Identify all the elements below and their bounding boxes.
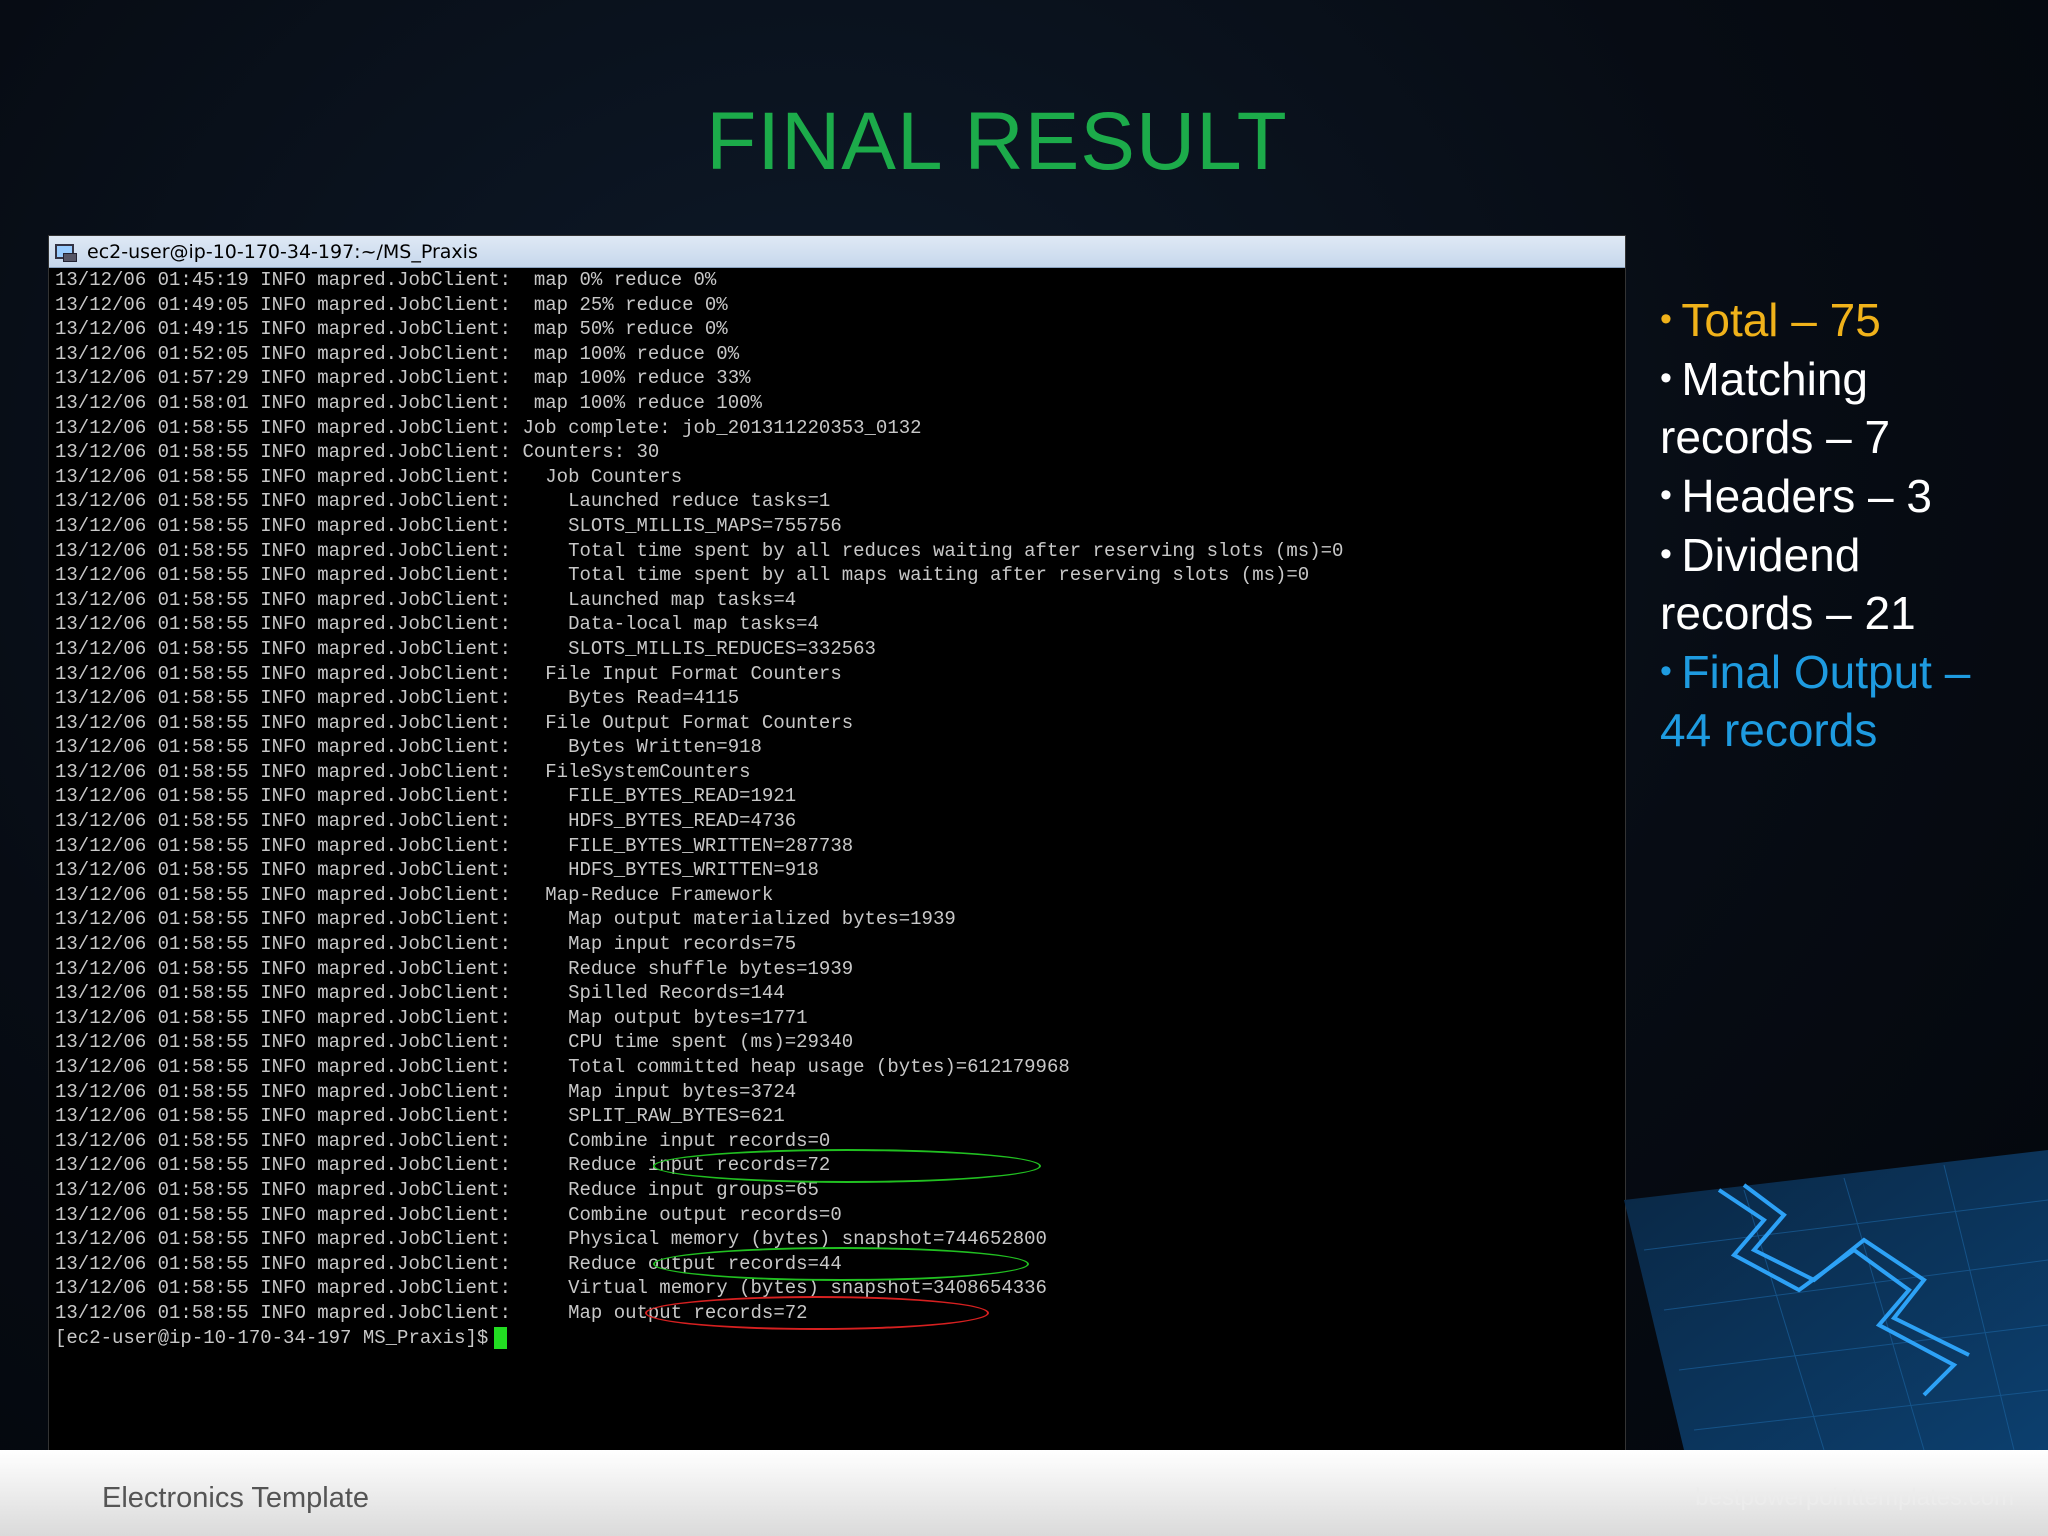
terminal-line: 13/12/06 01:58:55 INFO mapred.JobClient:…	[55, 1154, 831, 1177]
terminal-line: 13/12/06 01:49:05 INFO mapred.JobClient:…	[55, 293, 728, 316]
terminal-line: 13/12/06 01:58:55 INFO mapred.JobClient:…	[55, 687, 740, 710]
slide-title: FINAL RESULT	[706, 96, 1288, 187]
terminal-line: 13/12/06 01:58:55 INFO mapred.JobClient:…	[55, 736, 762, 759]
terminal-prompt: [ec2-user@ip-10-170-34-197 MS_Praxis]$	[55, 1326, 489, 1349]
terminal-line: 13/12/06 01:58:55 INFO mapred.JobClient:…	[55, 1031, 854, 1054]
terminal-line: 13/12/06 01:58:55 INFO mapred.JobClient:…	[55, 1277, 1047, 1300]
terminal-line: 13/12/06 01:58:55 INFO mapred.JobClient:…	[55, 1301, 808, 1324]
bullet-dot-icon: •	[1660, 476, 1682, 514]
terminal-line: 13/12/06 01:57:29 INFO mapred.JobClient:…	[55, 367, 751, 390]
terminal-titlebar[interactable]: ec2-user@ip-10-170-34-197:~/MS_Praxis	[49, 236, 1625, 268]
terminal-line: 13/12/06 01:58:55 INFO mapred.JobClient:…	[55, 1228, 1047, 1251]
summary-bullet-text: Matching records – 7	[1660, 353, 1891, 463]
terminal-output[interactable]: 13/12/06 01:45:19 INFO mapred.JobClient:…	[49, 268, 1625, 1350]
bullet-dot-icon: •	[1660, 652, 1682, 690]
terminal-line: 13/12/06 01:58:55 INFO mapred.JobClient:…	[55, 613, 819, 636]
summary-bullet-list: • Total – 75 • Matching records – 7 • Head…	[1660, 290, 2020, 759]
terminal-line: 13/12/06 01:52:05 INFO mapred.JobClient:…	[55, 342, 740, 365]
bullet-dot-icon: •	[1660, 359, 1682, 397]
terminal-line: 13/12/06 01:58:55 INFO mapred.JobClient:…	[55, 514, 842, 537]
terminal-line: 13/12/06 01:58:55 INFO mapred.JobClient:…	[55, 957, 854, 980]
terminal-line: 13/12/06 01:58:55 INFO mapred.JobClient:…	[55, 908, 956, 931]
bullet-dot-icon: •	[1660, 300, 1682, 338]
terminal-line: 13/12/06 01:58:55 INFO mapred.JobClient:…	[55, 564, 1310, 587]
terminal-line: 13/12/06 01:58:55 INFO mapred.JobClient:…	[55, 662, 842, 685]
bullet-dot-icon: •	[1660, 535, 1682, 573]
slide-footer: Electronics Template bestpowerpointtempl…	[0, 1450, 2048, 1536]
terminal-line: 13/12/06 01:58:55 INFO mapred.JobClient:…	[55, 637, 876, 660]
terminal-window-title: ec2-user@ip-10-170-34-197:~/MS_Praxis	[87, 240, 478, 263]
terminal-window[interactable]: ec2-user@ip-10-170-34-197:~/MS_Praxis 13…	[48, 235, 1626, 1452]
footer-watermark-url: bestpowerpointtemplates.com	[1695, 1484, 2014, 1511]
summary-bullet-text: Dividend records – 21	[1660, 529, 1916, 639]
summary-bullet: • Dividend records – 21	[1660, 525, 2020, 642]
circuit-decoration	[1624, 1140, 2048, 1450]
terminal-line: 13/12/06 01:58:55 INFO mapred.JobClient:…	[55, 1178, 819, 1201]
summary-bullet: • Final Output – 44 records	[1660, 642, 2020, 759]
terminal-line: 13/12/06 01:58:55 INFO mapred.JobClient:…	[55, 859, 819, 882]
putty-icon	[53, 241, 79, 263]
summary-bullet-text: Total – 75	[1681, 294, 1881, 346]
terminal-line: 13/12/06 01:58:55 INFO mapred.JobClient:…	[55, 588, 797, 611]
terminal-line: 13/12/06 01:58:55 INFO mapred.JobClient:…	[55, 785, 797, 808]
footer-template-name: Electronics Template	[102, 1482, 370, 1514]
terminal-line: 13/12/06 01:58:55 INFO mapred.JobClient:…	[55, 1006, 808, 1029]
terminal-line: 13/12/06 01:58:55 INFO mapred.JobClient:…	[55, 711, 854, 734]
terminal-line: 13/12/06 01:58:55 INFO mapred.JobClient:…	[55, 933, 797, 956]
terminal-line: 13/12/06 01:58:55 INFO mapred.JobClient:…	[55, 1203, 842, 1226]
terminal-cursor	[494, 1326, 508, 1349]
terminal-line: 13/12/06 01:58:01 INFO mapred.JobClient:…	[55, 391, 762, 414]
terminal-line: 13/12/06 01:58:55 INFO mapred.JobClient:…	[55, 810, 797, 833]
terminal-line: 13/12/06 01:58:55 INFO mapred.JobClient:…	[55, 465, 683, 488]
terminal-line: 13/12/06 01:58:55 INFO mapred.JobClient:…	[55, 441, 660, 464]
terminal-line: 13/12/06 01:58:55 INFO mapred.JobClient:…	[55, 539, 1344, 562]
terminal-line: 13/12/06 01:58:55 INFO mapred.JobClient:…	[55, 834, 854, 857]
terminal-line: 13/12/06 01:58:55 INFO mapred.JobClient:…	[55, 490, 831, 513]
terminal-line: 13/12/06 01:58:55 INFO mapred.JobClient:…	[55, 1252, 842, 1275]
terminal-prompt-line[interactable]: [ec2-user@ip-10-170-34-197 MS_Praxis]$	[55, 1326, 1619, 1351]
terminal-line: 13/12/06 01:58:55 INFO mapred.JobClient:…	[55, 1105, 785, 1128]
terminal-line: 13/12/06 01:58:55 INFO mapred.JobClient:…	[55, 416, 922, 439]
terminal-line: 13/12/06 01:58:55 INFO mapred.JobClient:…	[55, 1080, 797, 1103]
terminal-line: 13/12/06 01:58:55 INFO mapred.JobClient:…	[55, 982, 785, 1005]
terminal-line: 13/12/06 01:58:55 INFO mapred.JobClient:…	[55, 760, 751, 783]
summary-bullet-text: Final Output – 44 records	[1660, 646, 1971, 756]
terminal-line: 13/12/06 01:58:55 INFO mapred.JobClient:…	[55, 883, 774, 906]
terminal-line: 13/12/06 01:45:19 INFO mapred.JobClient:…	[55, 269, 717, 291]
summary-bullet: • Headers – 3	[1660, 466, 2020, 525]
summary-bullet-text: Headers – 3	[1681, 470, 1932, 522]
summary-bullet: • Total – 75	[1660, 290, 2020, 349]
terminal-line: 13/12/06 01:58:55 INFO mapred.JobClient:…	[55, 1129, 831, 1152]
terminal-line: 13/12/06 01:49:15 INFO mapred.JobClient:…	[55, 318, 728, 341]
summary-bullet: • Matching records – 7	[1660, 349, 2020, 466]
terminal-line: 13/12/06 01:58:55 INFO mapred.JobClient:…	[55, 1056, 1070, 1078]
